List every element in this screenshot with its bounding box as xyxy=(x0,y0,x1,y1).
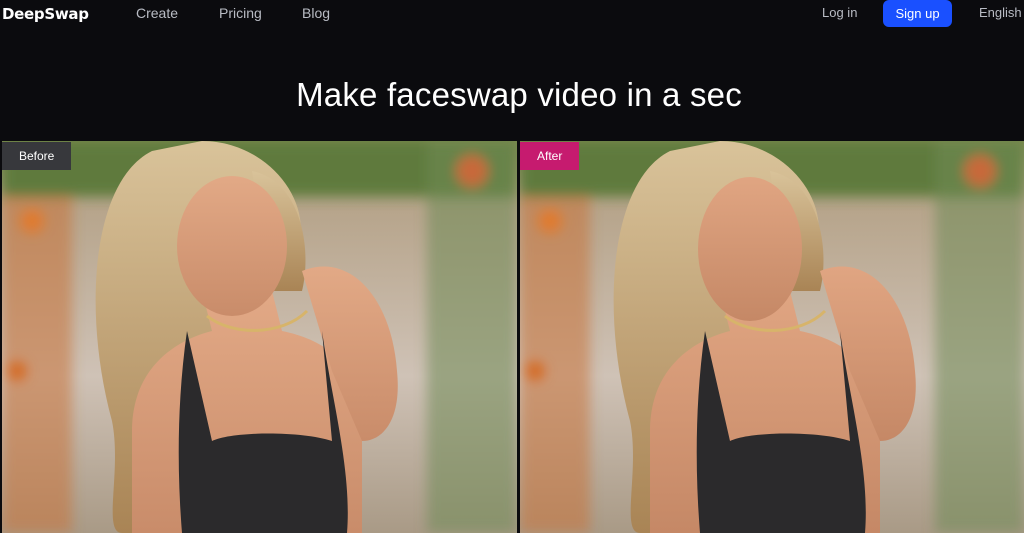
language-selector[interactable]: English xyxy=(979,5,1022,20)
before-badge: Before xyxy=(2,142,72,170)
nav-pricing[interactable]: Pricing xyxy=(219,5,262,21)
deepswap-logo[interactable]: DeepSwap xyxy=(2,5,89,23)
top-navigation: DeepSwap Create Pricing Blog Log in Sign… xyxy=(0,0,1024,28)
login-link[interactable]: Log in xyxy=(822,5,857,20)
before-photo xyxy=(2,141,517,533)
nav-create[interactable]: Create xyxy=(136,5,178,21)
nav-blog[interactable]: Blog xyxy=(302,5,330,21)
after-badge: After xyxy=(520,142,580,170)
after-panel: After xyxy=(520,141,1024,533)
signup-button[interactable]: Sign up xyxy=(883,0,952,27)
page-title: Make faceswap video in a sec xyxy=(296,76,742,113)
after-photo xyxy=(520,141,1024,533)
before-panel: Before xyxy=(2,141,517,533)
